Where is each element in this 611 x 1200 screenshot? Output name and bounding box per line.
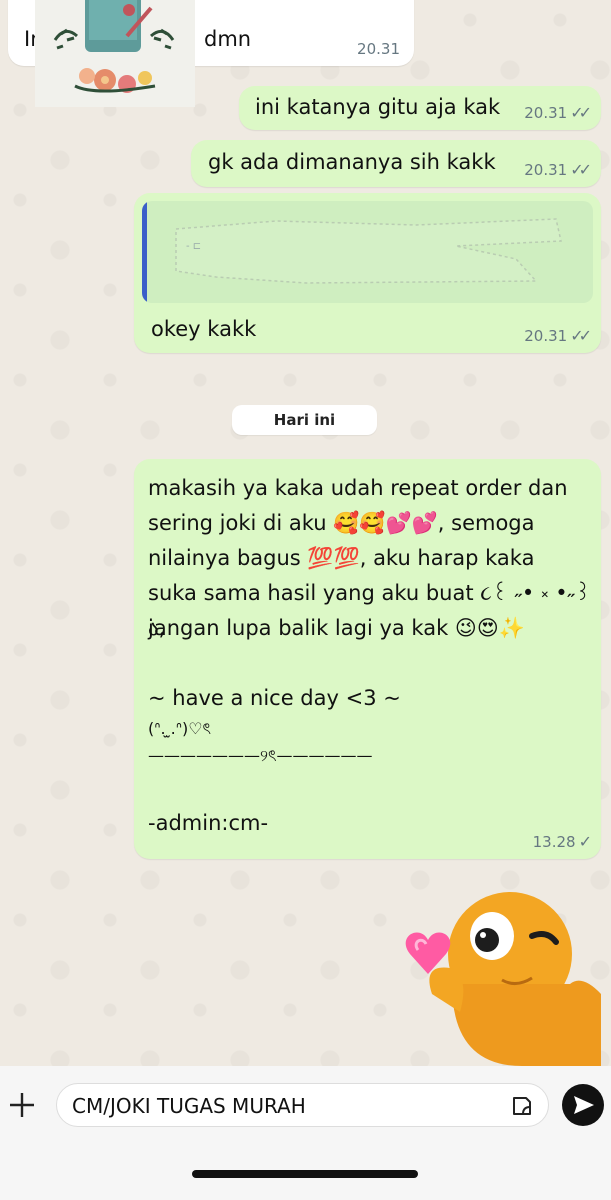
book-sticker-thumbnail[interactable] xyxy=(35,0,195,107)
message-line: -admin:cm- xyxy=(148,811,269,835)
message-line xyxy=(148,771,593,806)
date-separator: Hari ini xyxy=(232,405,377,435)
message-input[interactable]: CM/JOKI TUGAS MURAH xyxy=(56,1083,549,1127)
message-time: 20.31 ✓✓ xyxy=(524,160,592,179)
quoted-message[interactable]: - ⊏ xyxy=(142,201,593,303)
quote-accent-bar xyxy=(142,201,147,303)
message-text: okey kakk xyxy=(151,317,257,341)
double-check-icon: ✓✓ xyxy=(570,103,592,122)
message-line: makasih ya kaka udah repeat order dan xyxy=(148,476,568,500)
outgoing-message[interactable]: gk ada dimananya sih kakk 20.31 ✓✓ xyxy=(191,140,601,187)
message-text: ini katanya gitu aja kak xyxy=(255,95,501,119)
message-line: (ᐢ. ̫.ᐢ)♡ৎ xyxy=(148,719,212,738)
home-indicator xyxy=(192,1170,418,1178)
svg-text:- ⊏: - ⊏ xyxy=(186,241,201,252)
send-button[interactable] xyxy=(562,1084,604,1126)
message-input-value: CM/JOKI TUGAS MURAH xyxy=(72,1094,306,1118)
message-line: sering joki di aku 🥰🥰💕💕, semoga xyxy=(148,511,535,535)
character-sticker[interactable] xyxy=(392,884,601,1066)
message-time: 20.31 ✓✓ xyxy=(524,326,592,345)
composer-bar: CM/JOKI TUGAS MURAH xyxy=(0,1066,611,1200)
message-line: jangan lupa balik lagi ya kak 😉😍✨ xyxy=(148,616,525,640)
message-line: suka sama hasil yang aku buat ૮꒰ ˶• ༝ •˶… xyxy=(148,581,592,640)
book-illustration-icon xyxy=(53,0,175,93)
message-body: makasih ya kaka udah repeat order dan se… xyxy=(148,471,593,841)
message-line xyxy=(148,646,593,681)
message-line: ~ have a nice day <3 ~ xyxy=(148,686,401,710)
message-line: nilainya bagus 💯💯, aku harap kaka xyxy=(148,546,535,570)
send-icon xyxy=(574,1096,594,1114)
message-time: 20.31 ✓✓ xyxy=(524,103,592,122)
message-time: 20.31 xyxy=(357,40,400,58)
outgoing-message[interactable]: ini katanya gitu aja kak 20.31 ✓✓ xyxy=(239,86,601,130)
outgoing-reply-message[interactable]: - ⊏ okey kakk 20.31 ✓✓ xyxy=(134,193,601,353)
double-check-icon: ✓✓ xyxy=(570,160,592,179)
message-text-tail: dmn xyxy=(204,27,252,51)
redacted-quote-content: - ⊏ xyxy=(156,211,576,291)
plus-icon[interactable] xyxy=(7,1090,37,1120)
outgoing-long-message[interactable]: makasih ya kaka udah repeat order dan se… xyxy=(134,459,601,859)
message-line: ———————୨ৎ—————— xyxy=(148,746,373,765)
orange-character-icon xyxy=(405,892,601,1066)
message-text: gk ada dimananya sih kakk xyxy=(208,150,496,174)
sticker-icon[interactable] xyxy=(510,1094,534,1118)
message-time: 13.28 ✓ xyxy=(532,832,593,851)
double-check-icon: ✓✓ xyxy=(570,326,592,345)
single-check-icon: ✓ xyxy=(578,832,593,851)
